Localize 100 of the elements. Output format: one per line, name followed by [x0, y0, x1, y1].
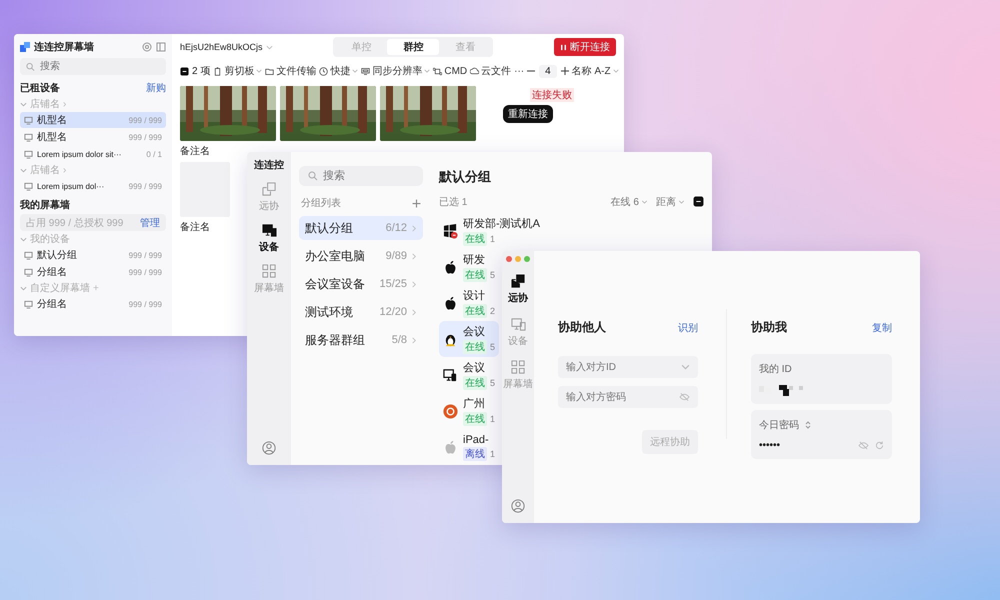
chevron-down-icon	[641, 198, 648, 204]
chevron-down-icon[interactable]	[20, 166, 27, 174]
close-button[interactable]	[506, 256, 512, 262]
nav-item[interactable]: 远协	[508, 274, 528, 305]
eye-off-icon[interactable]	[858, 441, 869, 450]
cloud-icon	[470, 66, 480, 76]
checkbox-icon[interactable]	[693, 196, 704, 207]
tree-item[interactable]: Lorem ipsum dol··· 999 / 999	[20, 178, 166, 194]
tree-item[interactable]: 默认分组 999 / 999	[20, 247, 166, 263]
toolbar-button[interactable]: 云文件	[470, 64, 512, 78]
eye-off-icon[interactable]	[679, 392, 690, 402]
settings-icon[interactable]	[142, 42, 152, 52]
section-title: 协助他人	[558, 319, 606, 336]
more-button[interactable]: ···	[514, 66, 524, 76]
chevron-down-icon	[678, 198, 685, 204]
search-field[interactable]: 搜索	[20, 58, 166, 75]
monitor-icon	[24, 268, 33, 276]
screen-caption: 备注名	[180, 220, 210, 234]
chevron-down-icon	[424, 68, 430, 74]
device-item[interactable]: 会议 在线 5	[439, 321, 500, 357]
manage-link[interactable]: 管理	[140, 216, 160, 230]
device-item[interactable]: iPad- 离线 1	[439, 429, 500, 465]
chevron-down-icon[interactable]	[20, 236, 27, 242]
group-item[interactable]: 服务器群组 5/8	[299, 328, 423, 352]
disconnect-button[interactable]: 断开连接	[554, 38, 616, 56]
tree-item[interactable]: 机型名 999 / 999	[20, 129, 166, 145]
section-title: 协助我	[751, 319, 787, 336]
column-count[interactable]: 4	[539, 64, 557, 78]
chevron-right-icon	[411, 252, 417, 260]
status-tag: 连接失败	[530, 88, 574, 102]
apple-icon	[443, 260, 458, 274]
identify-link[interactable]: 识别	[678, 320, 698, 334]
toolbar-button[interactable]: 快捷	[319, 64, 358, 78]
group-label: 我的设备	[30, 232, 70, 246]
folder-icon	[265, 66, 274, 76]
device-item[interactable]: 研发 在线 5	[439, 249, 500, 285]
copy-link[interactable]: 复制	[872, 320, 892, 334]
device-item[interactable]: 广州 在线 1	[439, 393, 500, 429]
toolbar-button[interactable]: 剪切板	[213, 64, 262, 78]
maximize-button[interactable]	[524, 256, 530, 262]
copy-icon	[262, 182, 276, 197]
device-item[interactable]: 会议 在线 5	[439, 357, 500, 393]
apple-icon	[443, 440, 458, 454]
section-title: 已租设备	[20, 82, 60, 95]
checkbox-icon[interactable]	[180, 66, 189, 76]
plus-icon[interactable]	[560, 67, 569, 75]
monitor-icon	[24, 182, 33, 190]
chevron-down-icon[interactable]	[20, 100, 27, 108]
brand-name: 连连控	[254, 158, 284, 172]
nav-item[interactable]: 设备	[259, 223, 279, 254]
id-field[interactable]: 输入对方ID	[558, 356, 698, 378]
sidebar-toggle-icon[interactable]	[156, 42, 166, 52]
toolbar-button[interactable]: CMD	[433, 66, 468, 76]
monitor-icon	[24, 132, 33, 142]
search-field[interactable]: 搜索	[299, 166, 423, 186]
monitor-icon	[24, 300, 33, 308]
avatar-icon[interactable]	[511, 499, 525, 513]
search-icon	[26, 62, 35, 71]
device-item[interactable]: 研发部-测试机A 在线 1	[439, 213, 544, 249]
refresh-icon[interactable]	[875, 441, 884, 450]
avatar-icon[interactable]	[262, 441, 276, 455]
monitor-icon	[24, 150, 33, 158]
sort-dropdown[interactable]: 名称 A-Z	[572, 64, 619, 78]
tree-item[interactable]: 分组名 999 / 999	[20, 296, 166, 312]
selection-count: 2 项	[192, 65, 210, 78]
group-item[interactable]: 会议室设备 15/25	[299, 272, 423, 296]
group-item[interactable]: 办公室电脑 9/89	[299, 244, 423, 268]
monitor-icon	[24, 250, 33, 260]
sort-icon[interactable]	[805, 421, 811, 429]
quota-text: 占用 999 / 总授权 999	[26, 216, 124, 230]
add-icon[interactable]	[412, 198, 421, 208]
filter-dropdown[interactable]: 在线 6	[610, 194, 648, 208]
chevron-down-icon[interactable]	[266, 44, 273, 50]
tree-item[interactable]: 分组名 999 / 999	[20, 264, 166, 280]
toolbar-button[interactable]: 同步分辨率	[361, 64, 430, 78]
group-item[interactable]: 测试环境 12/20	[299, 300, 423, 324]
filter-dropdown[interactable]: 距离	[656, 194, 685, 208]
group-label: 自定义屏幕墙	[30, 282, 90, 295]
chevron-down-icon[interactable]	[20, 284, 27, 292]
monitor-icon	[24, 116, 33, 124]
search-icon	[308, 171, 318, 181]
minimize-button[interactable]	[515, 256, 521, 262]
tree-item[interactable]: 机型名 999 / 999	[20, 112, 166, 128]
group-item[interactable]: 默认分组 6/12	[299, 216, 423, 240]
screen-caption: 备注名	[180, 144, 210, 158]
buy-link[interactable]: 新购	[146, 81, 166, 95]
toolbar-button[interactable]: 文件传输	[265, 64, 316, 78]
chevron-right-icon	[411, 336, 417, 344]
device-item[interactable]: 设计 在线 2	[439, 285, 500, 321]
mode-tab[interactable]: 群控	[387, 39, 440, 55]
chevron-right-icon	[411, 224, 417, 232]
reconnect-button[interactable]: 重新连接	[503, 104, 553, 122]
chevron-down-icon[interactable]	[681, 362, 690, 372]
logo-icon	[20, 42, 30, 52]
list-title: 分组列表	[301, 196, 341, 210]
password-field[interactable]: 输入对方密码	[558, 386, 698, 408]
tree-item[interactable]: Lorem ipsum dolor sit··· 0 / 1	[20, 146, 166, 162]
grid-icon	[262, 264, 276, 279]
session-id: hEjsU2hEw8UkOCjs	[180, 42, 263, 52]
windows-icon	[443, 224, 458, 238]
